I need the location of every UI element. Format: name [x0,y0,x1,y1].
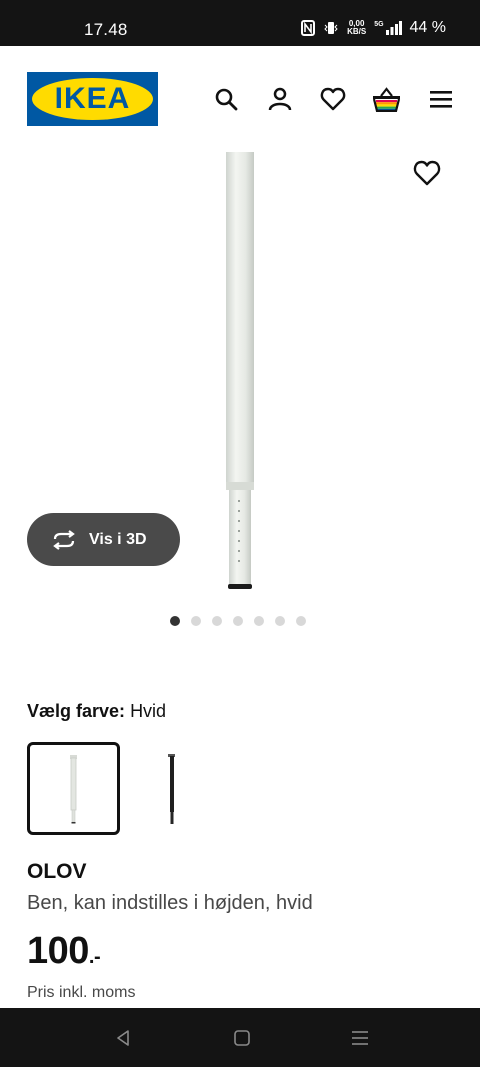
nfc-icon [301,20,316,36]
price-main: 100 [27,930,89,972]
status-time: 17.48 [84,20,128,39]
color-swatch-black[interactable] [126,742,219,835]
status-bar: 17.48 0,00 KB/S 5G 44 % [0,0,480,46]
product-price: 100.- [27,930,101,973]
view-in-3d-label: Vis i 3D [89,530,147,548]
pagination-dot[interactable] [254,616,264,626]
heart-icon[interactable] [320,86,346,112]
pagination-dot[interactable] [191,616,201,626]
view-in-3d-button[interactable]: Vis i 3D [27,513,180,566]
color-swatch-white[interactable] [27,742,120,835]
color-select-label: Vælg farve: Hvid [27,701,166,722]
basket-icon[interactable] [372,86,401,112]
color-label-heading: Vælg farve: [27,701,126,721]
account-icon[interactable] [267,86,293,112]
search-icon[interactable] [213,86,239,112]
battery-percent: 44 % [409,19,446,36]
pagination-dot[interactable] [233,616,243,626]
menu-icon[interactable] [428,86,454,112]
network-type: 5G [374,21,384,28]
white-leg-thumbnail [70,755,77,824]
status-icons: 0,00 KB/S 5G 44 % [301,19,446,37]
product-description: Ben, kan indstilles i højden, hvid [27,892,313,914]
logo-text: IKEA [54,82,131,115]
system-nav-bar [0,1008,480,1067]
pagination-dot[interactable] [296,616,306,626]
price-note: Pris inkl. moms [27,984,136,1001]
recent-apps-icon[interactable] [350,1028,370,1048]
gallery-pagination [170,616,306,626]
add-to-favorites-icon[interactable] [412,158,442,188]
rotate-3d-icon [53,529,75,550]
vibrate-icon [324,22,338,34]
price-suffix: .- [88,946,101,968]
product-name: OLOV [27,860,87,883]
data-rate: 0,00 KB/S [347,19,367,36]
ikea-logo[interactable]: IKEA [27,72,158,126]
pagination-dot[interactable] [212,616,222,626]
black-leg-thumbnail [168,754,175,824]
pagination-dot-active[interactable] [170,616,180,626]
signal-icon: 5G [374,21,402,35]
pagination-dot[interactable] [275,616,285,626]
site-header: IKEA [0,46,480,152]
home-icon[interactable] [232,1028,252,1048]
color-selected-value: Hvid [130,701,167,721]
back-icon[interactable] [113,1028,133,1048]
